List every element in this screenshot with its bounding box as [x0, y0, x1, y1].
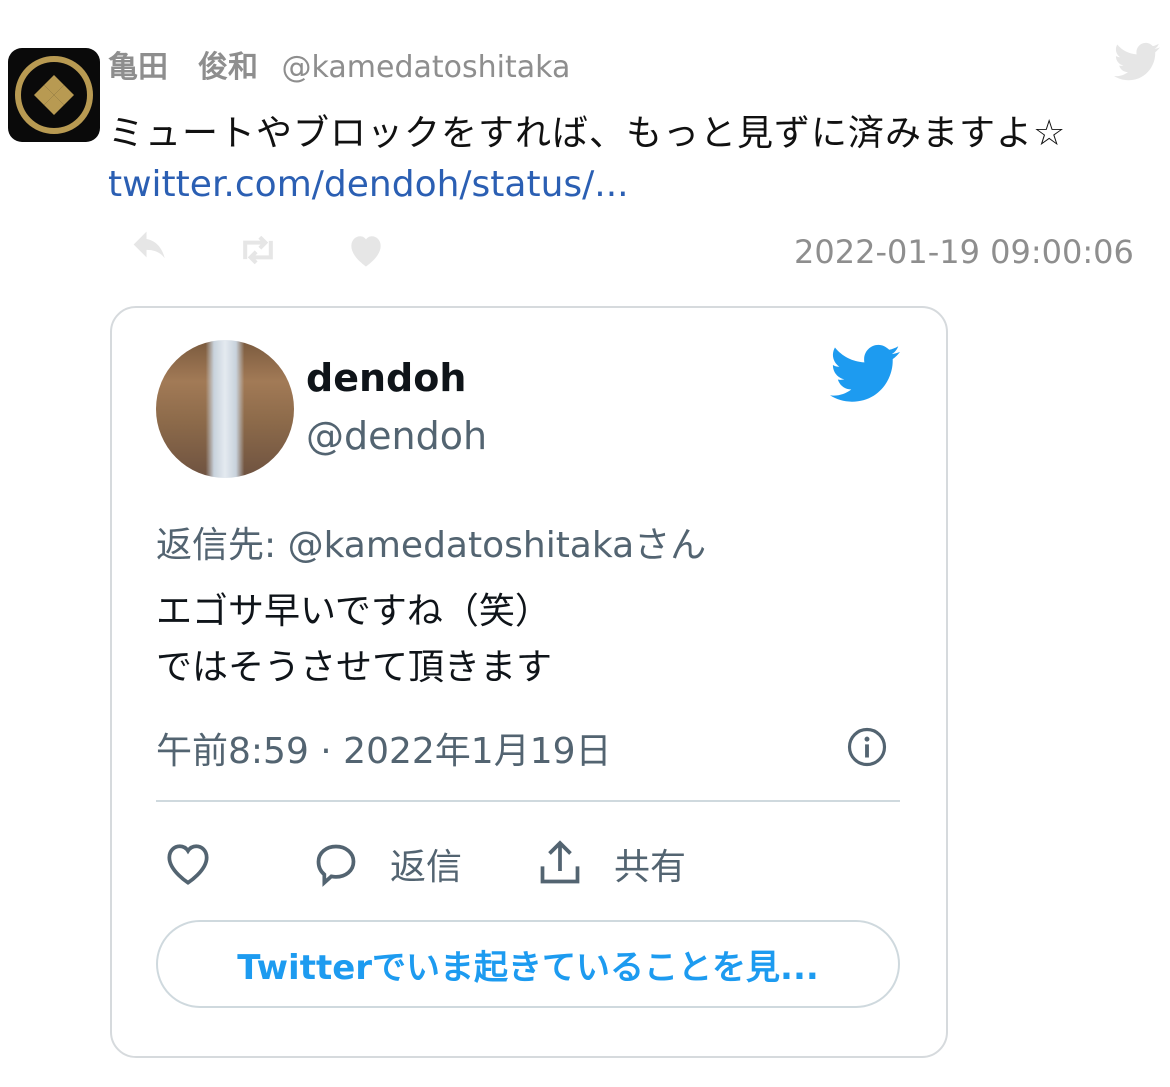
heart-icon [167, 844, 209, 885]
see-more-button[interactable]: Twitterでいま起きていることを見... [156, 920, 900, 1008]
share-icon [540, 840, 580, 884]
embed-handle[interactable]: @dendoh [306, 414, 487, 458]
info-icon[interactable] [846, 726, 888, 768]
twitter-bird-icon[interactable] [830, 344, 900, 404]
author-handle: @kamedatoshitaka [281, 50, 571, 85]
tweet-link[interactable]: twitter.com/dendoh/status/... [108, 164, 629, 205]
twitter-bird-icon [1114, 42, 1160, 81]
like-button[interactable] [160, 836, 216, 892]
comment-icon [316, 844, 356, 887]
divider [156, 800, 900, 802]
tweet-timestamp: 2022-01-19 09:00:06 [794, 233, 1134, 271]
reply-label: 返信 [390, 847, 463, 888]
author-line: 亀田 俊和 @kamedatoshitaka [108, 42, 570, 86]
share-label: 共有 [614, 847, 687, 888]
embed-timestamp[interactable]: 午前8:59 · 2022年1月19日 [156, 722, 612, 774]
embed-text-line: ではそうさせて頂きます [156, 647, 553, 688]
like-icon[interactable] [344, 228, 388, 272]
embed-actions: 返信 共有 [156, 836, 900, 892]
reply-icon[interactable] [130, 228, 174, 272]
embed-name[interactable]: dendoh [306, 356, 466, 400]
family-crest-icon [15, 56, 93, 134]
share-button[interactable]: 共有 [532, 836, 686, 892]
tweet-text: ミュートやブロックをすれば、もっと見ずに済みますよ☆ [108, 113, 1067, 154]
embed-text-line: エゴサ早いですね（笑） [156, 591, 551, 632]
reply-to-label: 返信先: @kamedatoshitakaさん [156, 525, 707, 566]
author-avatar[interactable] [8, 48, 100, 142]
embed-text: エゴサ早いですね（笑） ではそうさせて頂きます [156, 584, 552, 696]
reply-button[interactable]: 返信 [308, 836, 462, 892]
retweet-icon[interactable] [236, 228, 280, 272]
embed-avatar[interactable] [156, 340, 294, 478]
author-name: 亀田 俊和 [108, 50, 258, 85]
